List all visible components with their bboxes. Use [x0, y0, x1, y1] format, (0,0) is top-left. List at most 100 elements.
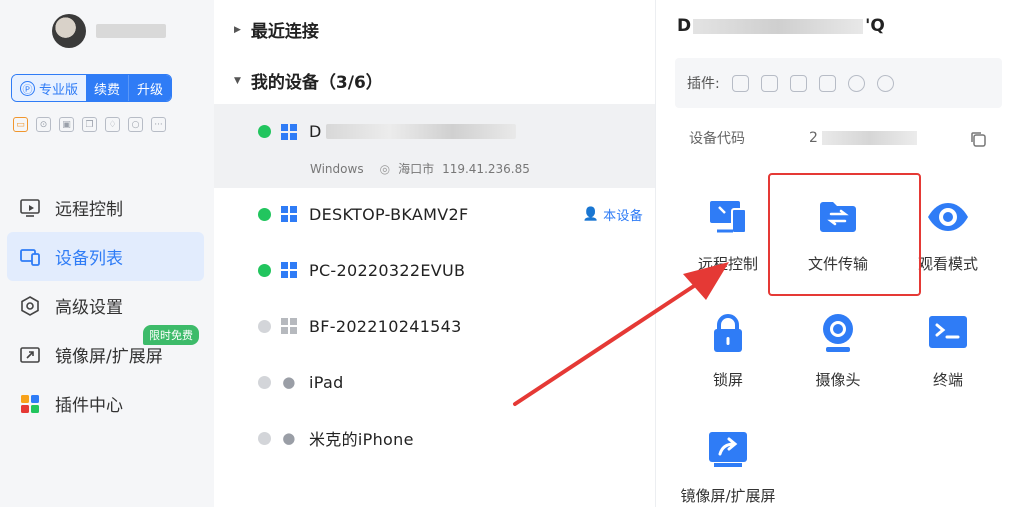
device-name: BF-202210241543	[309, 316, 462, 336]
recent-connections-group[interactable]: ▶ 最近连接	[234, 17, 319, 42]
image-icon[interactable]: ▣	[59, 117, 74, 132]
device-ip: 119.41.236.85	[442, 161, 530, 176]
device-name-redacted	[325, 124, 516, 139]
file-transfer-highlight	[768, 173, 921, 296]
eye-icon	[928, 203, 968, 231]
nav-advanced-settings[interactable]: 高级设置	[7, 281, 204, 330]
windows-icon	[281, 318, 297, 334]
group-label: 最近连接	[250, 22, 319, 42]
circle-icon[interactable]: ○	[128, 117, 143, 132]
pro-edition-label[interactable]: Ⓟ 专业版	[12, 75, 87, 101]
mirror-share-icon	[709, 432, 747, 467]
nav-plugin-center[interactable]: 插件中心	[7, 379, 204, 428]
offline-status-dot	[258, 431, 271, 445]
remote-icon[interactable]: ▭	[13, 117, 28, 132]
device-name: iPad	[309, 372, 344, 392]
avatar[interactable]	[52, 14, 86, 48]
globe-icon[interactable]	[876, 74, 894, 92]
nav-label: 插件中心	[55, 396, 123, 416]
upgrade-button[interactable]: 升级	[128, 75, 172, 101]
bell-icon[interactable]	[818, 74, 836, 92]
collapsed-triangle-icon: ▶	[234, 24, 241, 35]
apple-icon: ●	[282, 429, 296, 447]
mirror-icon	[19, 344, 41, 366]
offline-status-dot	[258, 375, 271, 389]
person-icon: 👤	[582, 206, 600, 222]
location-pin-icon: ◎	[379, 161, 391, 176]
device-row[interactable]: ● iPad	[214, 362, 655, 402]
device-row[interactable]: DESKTOP-BKAMV2F 👤 本设备	[214, 194, 655, 234]
action-label: 摄像头	[815, 371, 861, 389]
gamepad-icon[interactable]: ⊙	[36, 117, 51, 132]
copy-code-icon[interactable]	[969, 130, 987, 148]
action-label: 终端	[932, 371, 963, 389]
plugins-label: 插件:	[687, 76, 720, 92]
device-row[interactable]: PC-20220322EVUB	[214, 250, 655, 290]
device-title-end: 'Q	[865, 16, 885, 36]
action-camera[interactable]: 摄像头	[783, 311, 893, 390]
action-remote-control[interactable]: 远程控制	[673, 195, 783, 274]
more-icon[interactable]: ···	[151, 117, 166, 132]
lock-icon	[714, 314, 742, 352]
device-code-label: 设备代码	[689, 131, 745, 147]
action-label: 锁屏	[712, 371, 743, 389]
image-icon[interactable]	[760, 74, 778, 92]
sidebar: Ⓟ 专业版 续费 升级 ▭ ⊙ ▣ ❐ ♢ ○ ··· 远程控制 设备列表 高级…	[0, 0, 214, 507]
device-location: 海口市	[398, 162, 435, 176]
device-title: D 'Q	[677, 16, 885, 36]
nav-label: 远程控制	[55, 200, 123, 220]
copy-icon[interactable]	[789, 74, 807, 92]
mini-plugin-bar: ▭ ⊙ ▣ ❐ ♢ ○ ···	[13, 117, 166, 132]
device-title-redacted	[693, 18, 864, 34]
settings-icon	[19, 295, 41, 317]
edition-bar: Ⓟ 专业版 续费 升级	[11, 74, 173, 102]
action-label: 远程控制	[697, 255, 758, 273]
expanded-triangle-icon: ▼	[234, 75, 241, 86]
monitor-icon	[19, 197, 41, 219]
limited-free-badge: 限时免费	[143, 325, 199, 345]
circle-icon[interactable]	[847, 74, 865, 92]
action-mirror-extend[interactable]: 镜像屏/扩展屏	[673, 427, 783, 506]
main-nav: 远程控制 设备列表 高级设置 镜像屏/扩展屏 插件中心 限时免费	[7, 183, 204, 428]
nav-remote-control[interactable]: 远程控制	[7, 183, 204, 232]
this-device-tag: 👤 本设备	[583, 205, 643, 224]
nav-device-list[interactable]: 设备列表	[7, 232, 204, 281]
devices-icon	[19, 246, 41, 268]
device-list-panel: ▶ 最近连接 ▼ 我的设备（3/6） D Windows ◎ 海口市 119.4…	[214, 0, 655, 507]
copy-icon[interactable]: ❐	[82, 117, 97, 132]
online-status-dot	[258, 263, 271, 277]
device-os: Windows	[310, 161, 364, 176]
username-redacted	[96, 24, 166, 38]
nav-label: 高级设置	[55, 298, 123, 318]
device-title-start: D	[677, 16, 692, 36]
terminal-icon	[929, 316, 967, 348]
my-devices-group[interactable]: ▼ 我的设备（3/6）	[234, 68, 383, 93]
online-status-dot	[258, 207, 271, 221]
camera-icon	[823, 314, 853, 352]
remote-desktop-icon	[710, 201, 747, 234]
this-device-label: 本设备	[603, 208, 643, 224]
device-name-start: D	[309, 122, 322, 141]
online-status-dot	[258, 125, 271, 138]
bell-icon[interactable]: ♢	[105, 117, 120, 132]
user-profile[interactable]	[52, 14, 166, 48]
device-name: 米克的iPhone	[309, 430, 414, 449]
windows-icon	[281, 262, 297, 278]
offline-status-dot	[258, 319, 271, 333]
action-terminal[interactable]: 终端	[893, 311, 1003, 390]
group-label: 我的设备（3/6）	[250, 73, 383, 93]
action-lock-screen[interactable]: 锁屏	[673, 311, 783, 390]
gamepad-icon[interactable]	[731, 74, 749, 92]
device-row[interactable]: BF-202210241543	[214, 306, 655, 346]
pro-icon: Ⓟ	[20, 80, 35, 96]
device-code-redacted	[821, 131, 917, 145]
windows-icon	[281, 206, 297, 222]
plugin-center-icon	[19, 393, 41, 415]
device-meta: Windows ◎ 海口市 119.41.236.85	[310, 160, 530, 177]
nav-label: 设备列表	[55, 249, 123, 269]
renew-button[interactable]: 续费	[86, 75, 129, 101]
action-label: 镜像屏/扩展屏	[680, 487, 776, 505]
pro-label: 专业版	[39, 82, 79, 98]
device-row[interactable]: ● 米克的iPhone	[214, 418, 655, 458]
device-name: DESKTOP-BKAMV2F	[309, 204, 469, 224]
